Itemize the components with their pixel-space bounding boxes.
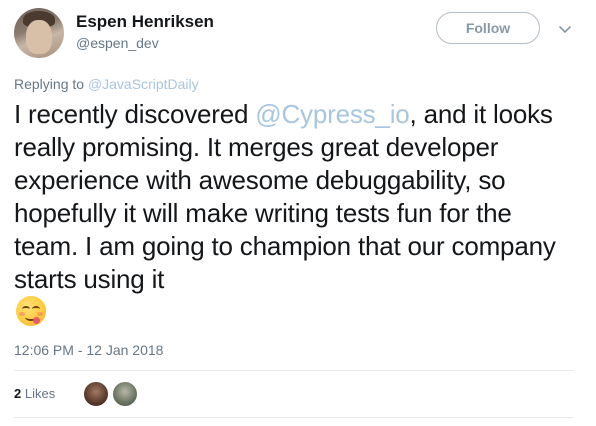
emoji-tongue [33, 317, 40, 324]
tweet-text-part-1: I recently discovered [14, 99, 256, 129]
avatar-face [26, 20, 52, 54]
follow-button[interactable]: Follow [436, 12, 540, 44]
author-handle[interactable]: @espen_dev [76, 35, 159, 51]
emoji-eye [22, 306, 30, 312]
chevron-down-icon[interactable] [558, 22, 572, 33]
emoji-blush [37, 312, 43, 316]
reply-target-link[interactable]: @JavaScriptDaily [88, 76, 199, 92]
likes-count[interactable]: 2 Likes [14, 386, 55, 401]
reply-context: Replying to @JavaScriptDaily [14, 76, 199, 92]
tweet-timestamp[interactable]: 12:06 PM - 12 Jan 2018 [14, 342, 163, 358]
savoring-food-face-emoji-icon [16, 296, 46, 326]
likes-number: 2 [14, 386, 22, 401]
author-avatar[interactable] [14, 8, 64, 58]
liker-avatar[interactable] [84, 382, 108, 406]
author-name[interactable]: Espen Henriksen [76, 12, 214, 32]
tweet-text: I recently discovered @Cypress_io, and i… [14, 98, 574, 296]
mention-link[interactable]: @Cypress_io [255, 99, 409, 129]
liker-avatar[interactable] [113, 382, 137, 406]
divider [14, 370, 574, 371]
likes-label: Likes [24, 386, 56, 401]
divider [14, 417, 574, 418]
reply-prefix: Replying to [14, 76, 85, 92]
